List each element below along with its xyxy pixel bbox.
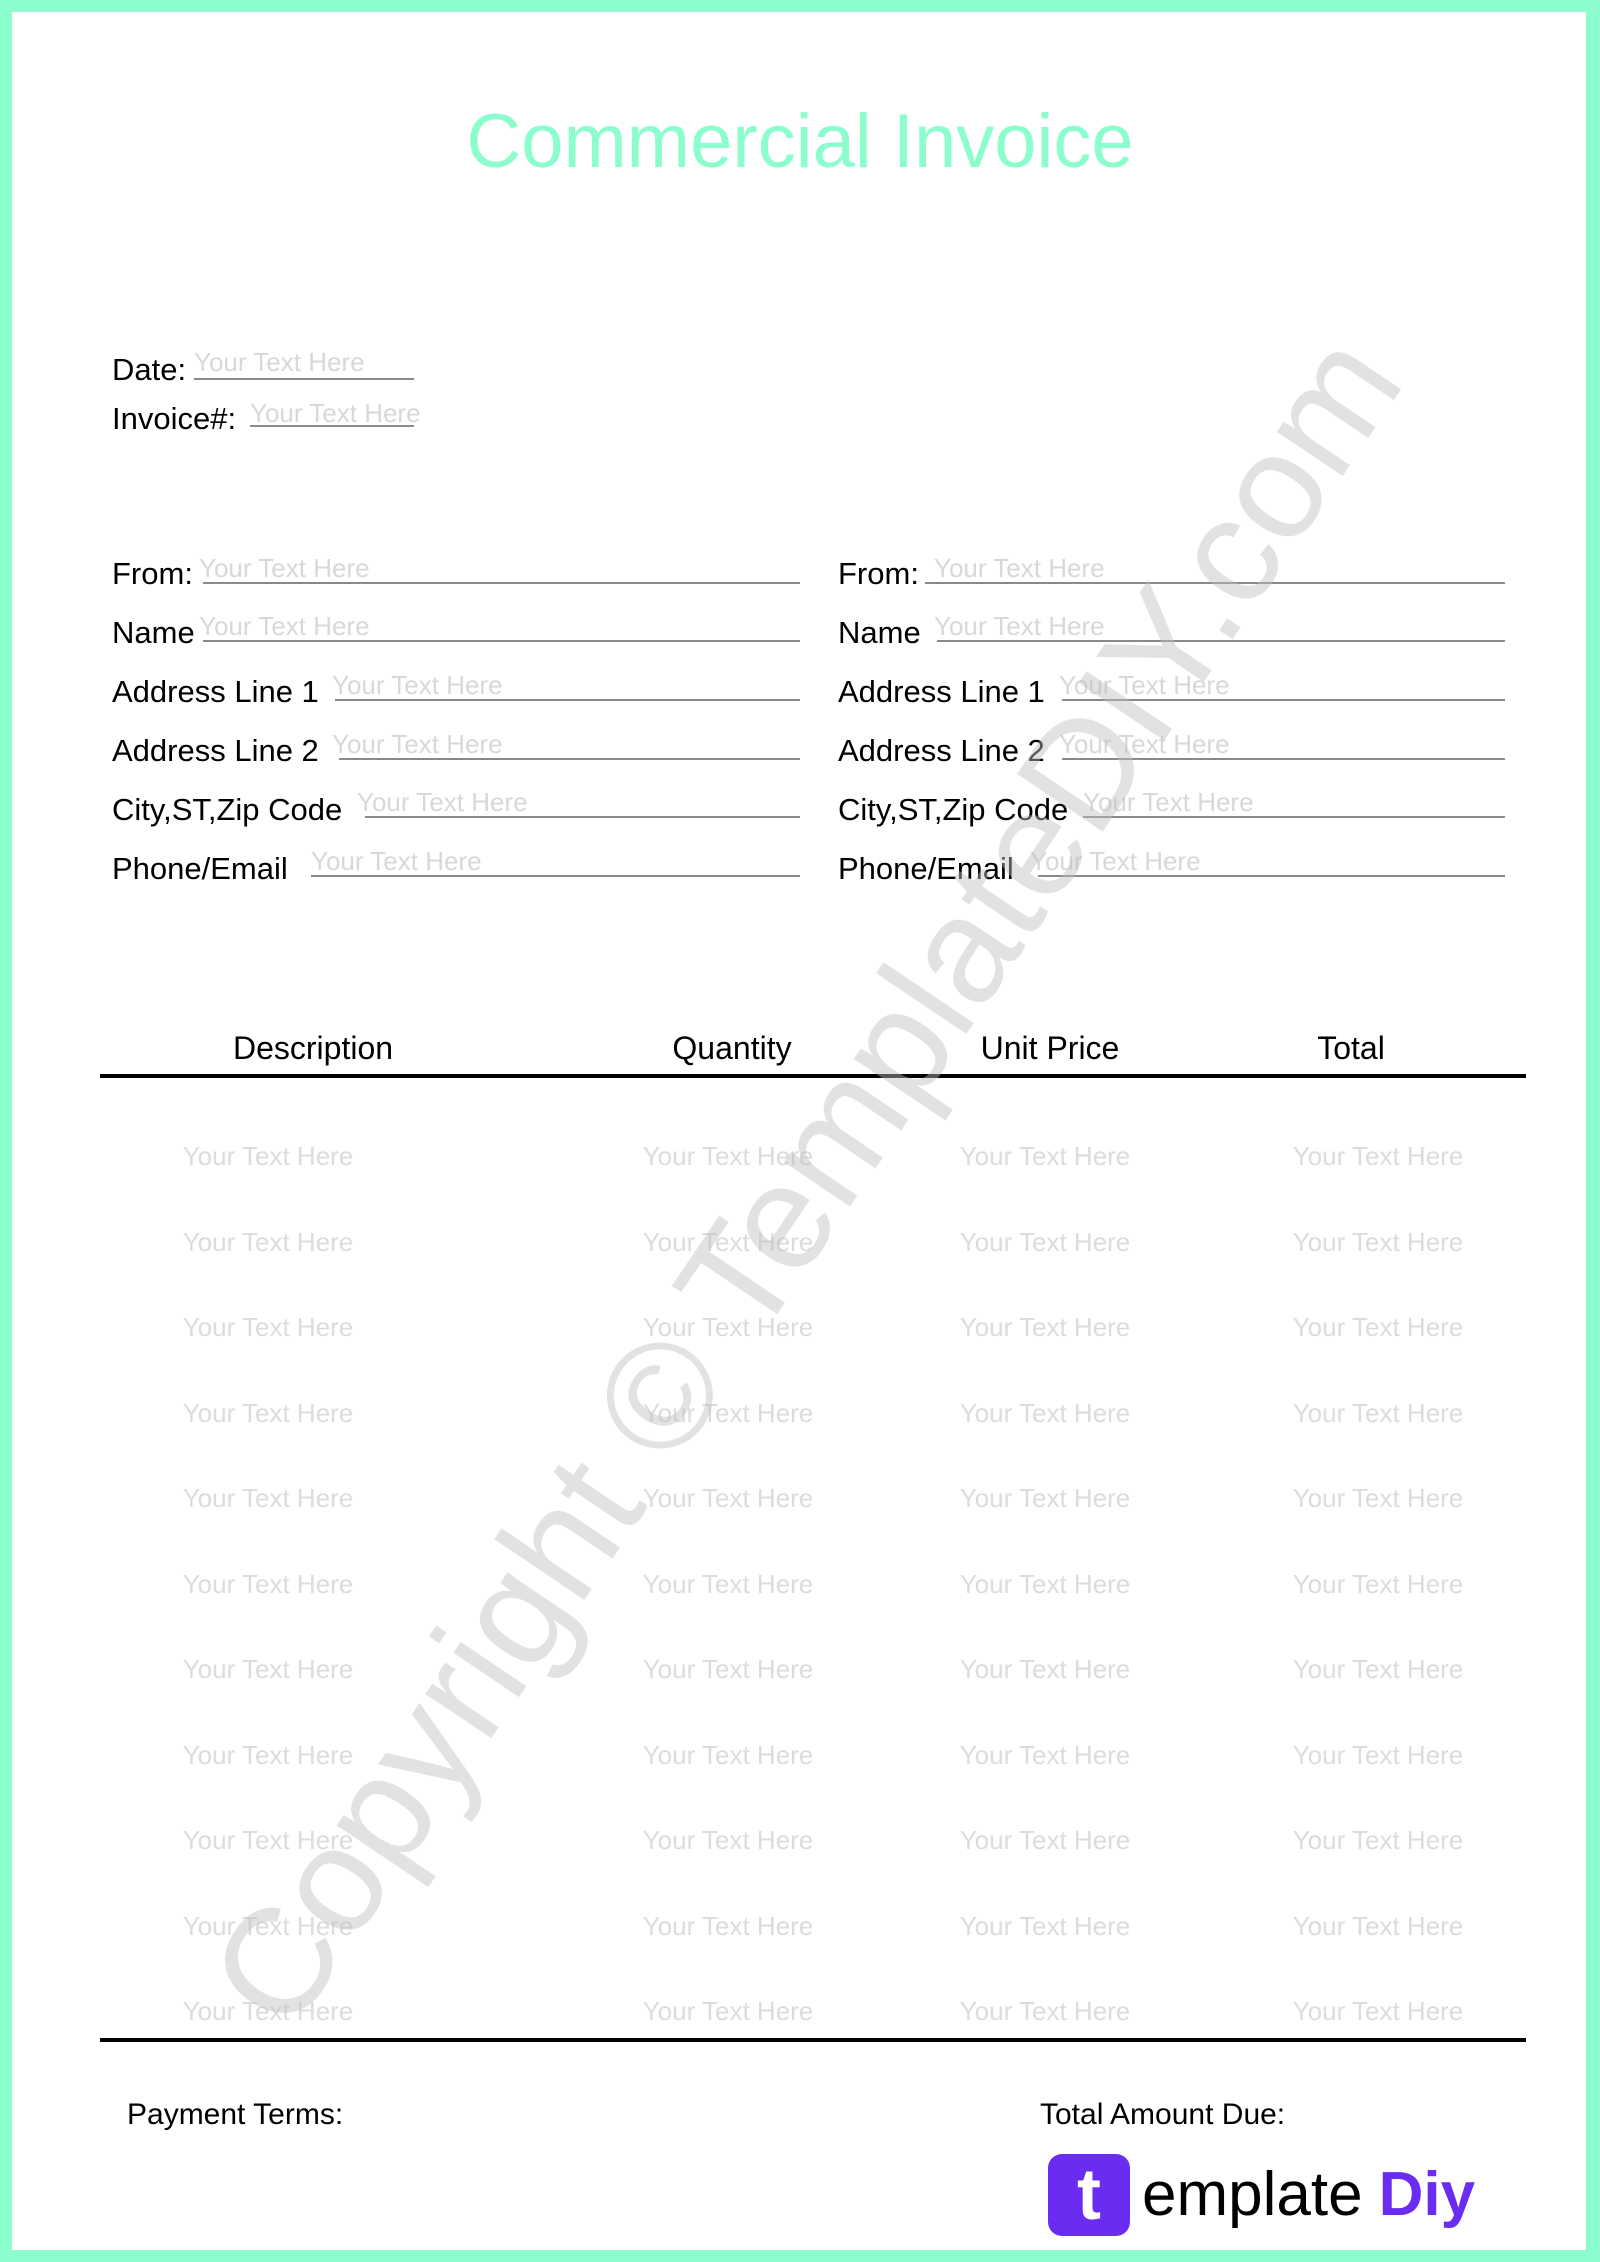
cell-description[interactable]: Your Text Here	[183, 1998, 354, 2024]
right-address1-label: Address Line 1	[838, 674, 1045, 709]
cell-total[interactable]: Your Text Here	[1293, 1656, 1464, 1682]
right-name-label: Name	[838, 615, 921, 650]
cell-quantity[interactable]: Your Text Here	[643, 1742, 814, 1768]
cell-description[interactable]: Your Text Here	[183, 1485, 354, 1511]
right-phone-label: Phone/Email	[838, 851, 1014, 886]
cell-description[interactable]: Your Text Here	[183, 1314, 354, 1340]
right-address2-field[interactable]: Your Text Here	[1059, 731, 1230, 757]
left-address2-underline	[339, 758, 800, 760]
cell-unit-price[interactable]: Your Text Here	[960, 1998, 1131, 2024]
left-from-underline	[203, 582, 800, 584]
cell-quantity[interactable]: Your Text Here	[643, 1314, 814, 1340]
right-from-label: From:	[838, 556, 919, 591]
cell-total[interactable]: Your Text Here	[1293, 1314, 1464, 1340]
invoice-number-underline	[250, 425, 414, 427]
cell-total[interactable]: Your Text Here	[1293, 1913, 1464, 1939]
table-header-rule	[100, 1074, 1526, 1078]
cell-total[interactable]: Your Text Here	[1293, 1571, 1464, 1597]
table-bottom-rule	[100, 2038, 1526, 2042]
left-phone-label: Phone/Email	[112, 851, 288, 886]
cell-unit-price[interactable]: Your Text Here	[960, 1742, 1131, 1768]
right-from-field[interactable]: Your Text Here	[934, 555, 1105, 581]
cell-total[interactable]: Your Text Here	[1293, 1143, 1464, 1169]
cell-description[interactable]: Your Text Here	[183, 1827, 354, 1853]
right-phone-underline	[1038, 875, 1505, 877]
cell-total[interactable]: Your Text Here	[1293, 1229, 1464, 1255]
column-header-unit-price: Unit Price	[980, 1030, 1120, 1066]
right-city-underline	[1083, 816, 1505, 818]
cell-total[interactable]: Your Text Here	[1293, 1827, 1464, 1853]
left-address2-label: Address Line 2	[112, 733, 319, 768]
payment-terms-label: Payment Terms:	[127, 2098, 344, 2131]
left-address1-underline	[335, 699, 800, 701]
cell-quantity[interactable]: Your Text Here	[643, 1485, 814, 1511]
cell-unit-price[interactable]: Your Text Here	[960, 1229, 1131, 1255]
right-address1-field[interactable]: Your Text Here	[1059, 672, 1230, 698]
cell-unit-price[interactable]: Your Text Here	[960, 1827, 1131, 1853]
cell-description[interactable]: Your Text Here	[183, 1571, 354, 1597]
cell-quantity[interactable]: Your Text Here	[643, 1400, 814, 1426]
left-address2-field[interactable]: Your Text Here	[332, 731, 503, 757]
right-name-underline	[937, 640, 1505, 642]
left-name-underline	[203, 640, 800, 642]
right-from-underline	[925, 582, 1505, 584]
cell-quantity[interactable]: Your Text Here	[643, 1229, 814, 1255]
cell-total[interactable]: Your Text Here	[1293, 1400, 1464, 1426]
cell-description[interactable]: Your Text Here	[183, 1742, 354, 1768]
cell-unit-price[interactable]: Your Text Here	[960, 1314, 1131, 1340]
logo-word: emplate	[1142, 2160, 1363, 2229]
cell-unit-price[interactable]: Your Text Here	[960, 1400, 1131, 1426]
date-field[interactable]: Your Text Here	[194, 349, 365, 375]
left-from-label: From:	[112, 556, 193, 591]
cell-quantity[interactable]: Your Text Here	[643, 1913, 814, 1939]
right-address2-underline	[1062, 758, 1505, 760]
cell-quantity[interactable]: Your Text Here	[643, 1656, 814, 1682]
left-name-field[interactable]: Your Text Here	[199, 613, 370, 639]
cell-quantity[interactable]: Your Text Here	[643, 1827, 814, 1853]
column-header-quantity: Quantity	[672, 1030, 792, 1066]
cell-description[interactable]: Your Text Here	[183, 1143, 354, 1169]
left-address1-field[interactable]: Your Text Here	[332, 672, 503, 698]
cell-description[interactable]: Your Text Here	[183, 1400, 354, 1426]
cell-unit-price[interactable]: Your Text Here	[960, 1485, 1131, 1511]
left-phone-underline	[311, 875, 800, 877]
right-name-field[interactable]: Your Text Here	[934, 613, 1105, 639]
cell-unit-price[interactable]: Your Text Here	[960, 1656, 1131, 1682]
cell-unit-price[interactable]: Your Text Here	[960, 1913, 1131, 1939]
cell-description[interactable]: Your Text Here	[183, 1913, 354, 1939]
logo-accent-word: Diy	[1378, 2160, 1476, 2229]
right-address1-underline	[1062, 699, 1505, 701]
left-city-label: City,ST,Zip Code	[112, 792, 343, 827]
document-title: Commercial Invoice	[466, 99, 1134, 184]
left-city-field[interactable]: Your Text Here	[357, 789, 528, 815]
right-city-label: City,ST,Zip Code	[838, 792, 1069, 827]
left-phone-field[interactable]: Your Text Here	[311, 848, 482, 874]
left-city-underline	[365, 816, 800, 818]
right-city-field[interactable]: Your Text Here	[1083, 789, 1254, 815]
logo-t-icon: t	[1048, 2154, 1130, 2236]
invoice-number-label: Invoice#:	[112, 401, 237, 436]
column-header-description: Description	[232, 1030, 394, 1066]
cell-total[interactable]: Your Text Here	[1293, 1742, 1464, 1768]
cell-total[interactable]: Your Text Here	[1293, 1998, 1464, 2024]
templatediy-logo: t emplate Diy	[1048, 2152, 1475, 2238]
cell-quantity[interactable]: Your Text Here	[643, 1571, 814, 1597]
invoice-number-field[interactable]: Your Text Here	[250, 400, 421, 426]
left-address1-label: Address Line 1	[112, 674, 319, 709]
cell-unit-price[interactable]: Your Text Here	[960, 1571, 1131, 1597]
left-name-label: Name	[112, 615, 195, 650]
total-amount-due-label: Total Amount Due:	[1040, 2098, 1286, 2131]
right-phone-field[interactable]: Your Text Here	[1030, 848, 1201, 874]
column-header-total: Total	[1317, 1030, 1385, 1066]
right-address2-label: Address Line 2	[838, 733, 1045, 768]
date-label: Date:	[112, 352, 187, 387]
date-underline	[194, 378, 414, 380]
cell-total[interactable]: Your Text Here	[1293, 1485, 1464, 1511]
cell-description[interactable]: Your Text Here	[183, 1656, 354, 1682]
cell-quantity[interactable]: Your Text Here	[643, 1998, 814, 2024]
cell-unit-price[interactable]: Your Text Here	[960, 1143, 1131, 1169]
cell-quantity[interactable]: Your Text Here	[643, 1143, 814, 1169]
left-from-field[interactable]: Your Text Here	[199, 555, 370, 581]
cell-description[interactable]: Your Text Here	[183, 1229, 354, 1255]
